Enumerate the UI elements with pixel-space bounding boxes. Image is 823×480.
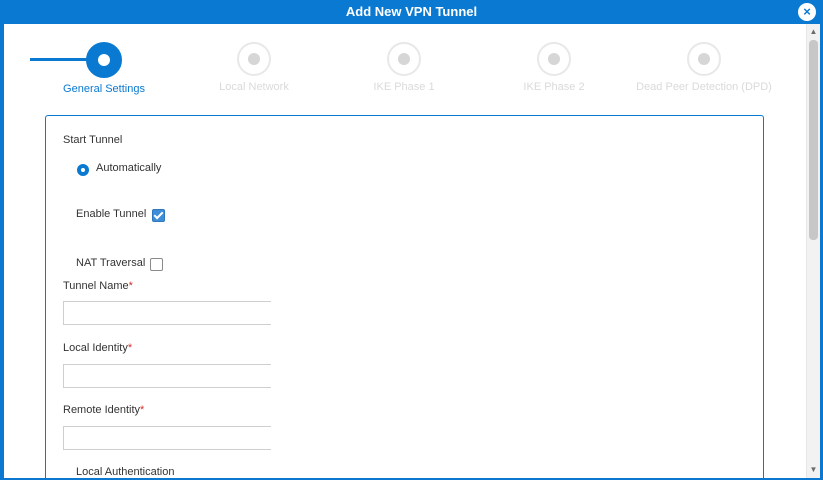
step-label: Dead Peer Detection (DPD) <box>636 81 772 93</box>
step-label: General Settings <box>63 83 145 95</box>
vertical-scrollbar[interactable]: ▲ ▼ <box>806 24 820 478</box>
remote-identity-label: Remote Identity* <box>63 404 145 416</box>
close-icon[interactable]: × <box>798 3 816 21</box>
step-dead-peer-detection[interactable]: Dead Peer Detection (DPD) <box>629 42 779 93</box>
wizard-stepper: General Settings Local Network IKE Phase… <box>4 24 806 104</box>
dialog-title: Add New VPN Tunnel <box>345 4 478 19</box>
step-local-network[interactable]: Local Network <box>179 42 329 93</box>
nat-traversal-label: NAT Traversal <box>76 257 146 269</box>
step-node-icon <box>387 42 421 76</box>
step-node-icon <box>537 42 571 76</box>
step-label: Local Network <box>219 81 289 93</box>
step-ike-phase-2[interactable]: IKE Phase 2 <box>479 42 629 93</box>
chevron-up-icon[interactable]: ▲ <box>807 26 820 38</box>
local-identity-input[interactable] <box>63 364 271 388</box>
tunnel-name-input[interactable] <box>63 301 271 325</box>
step-label: IKE Phase 1 <box>373 81 435 93</box>
start-tunnel-label: Start Tunnel <box>63 134 123 146</box>
step-ike-phase-1[interactable]: IKE Phase 1 <box>329 42 479 93</box>
local-identity-label: Local Identity* <box>63 342 133 354</box>
chevron-down-icon[interactable]: ▼ <box>807 464 820 476</box>
step-node-icon <box>86 42 122 78</box>
tunnel-name-label: Tunnel Name* <box>63 280 133 292</box>
automatically-label: Automatically <box>96 162 162 174</box>
general-settings-panel: Start Tunnel Automatically Enable Tunnel… <box>45 115 764 478</box>
step-node-icon <box>237 42 271 76</box>
required-mark: * <box>127 342 133 354</box>
step-node-icon <box>687 42 721 76</box>
enable-tunnel-label: Enable Tunnel <box>76 208 147 220</box>
dialog-content: General Settings Local Network IKE Phase… <box>4 24 806 478</box>
automatically-radio[interactable] <box>77 164 89 176</box>
enable-tunnel-checkbox[interactable] <box>152 209 165 222</box>
scrollbar-thumb[interactable] <box>809 40 818 240</box>
step-general-settings[interactable]: General Settings <box>29 42 179 95</box>
required-mark: * <box>140 404 145 416</box>
step-label: IKE Phase 2 <box>523 81 585 93</box>
required-mark: * <box>128 280 133 292</box>
remote-identity-input[interactable] <box>63 426 271 450</box>
check-icon <box>153 209 164 220</box>
title-bar: Add New VPN Tunnel × <box>0 0 823 24</box>
dialog-window: Add New VPN Tunnel × General Settings Lo… <box>0 0 823 480</box>
nat-traversal-checkbox[interactable] <box>150 258 163 271</box>
local-authentication-label: Local Authentication <box>76 466 175 478</box>
